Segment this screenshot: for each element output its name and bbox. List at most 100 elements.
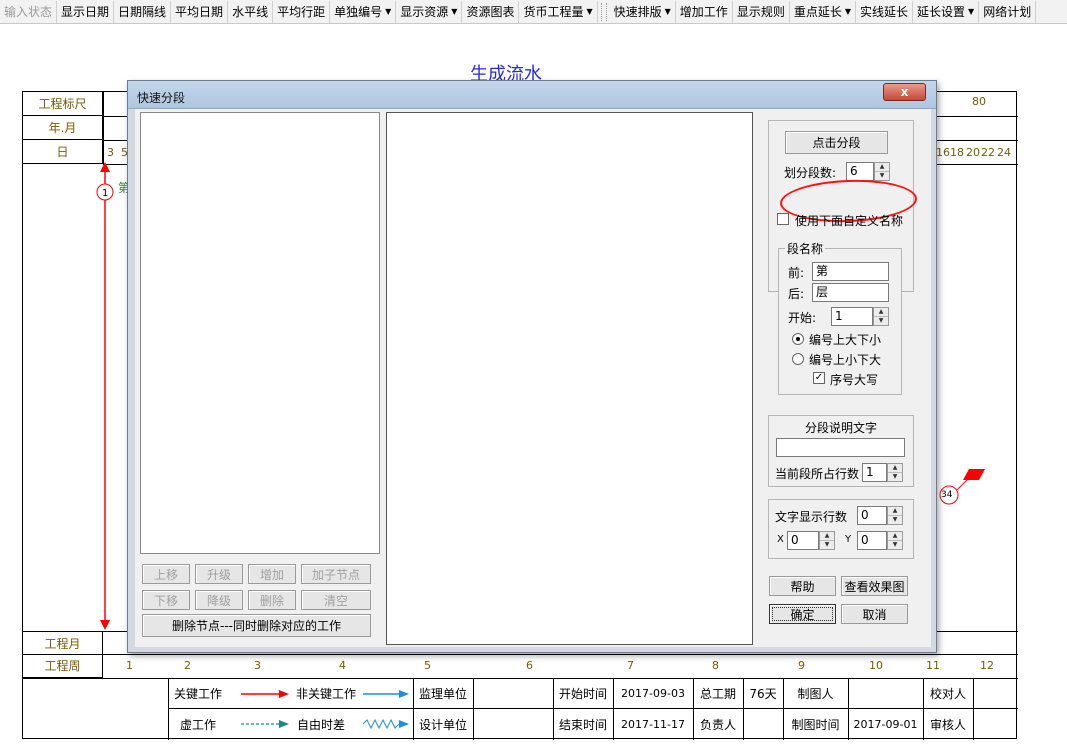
- toolbar-button-label: 水平线: [232, 4, 269, 19]
- order-asc-radio[interactable]: [792, 353, 804, 365]
- footer-duration: 76天: [749, 686, 777, 701]
- legend-free-float-arrow: [363, 718, 409, 730]
- legend-dummy-arrow: [241, 720, 289, 728]
- row-label-project-week: 工程周: [23, 654, 103, 678]
- week-number: 7: [627, 659, 634, 672]
- toolbar-button-label: 显示资源: [400, 4, 449, 19]
- toolbar-button[interactable]: 显示资源 ▼: [396, 0, 463, 23]
- toolbar-button-label: 输入状态: [4, 4, 53, 19]
- week-number: 9: [798, 659, 805, 672]
- start-input[interactable]: 1: [831, 307, 873, 326]
- close-button[interactable]: x: [883, 83, 926, 101]
- segment-count-label: 划分段数:: [784, 166, 837, 180]
- toolbar-button[interactable]: 增加工作: [676, 0, 733, 23]
- y-spinner[interactable]: ▲ ▼: [887, 531, 903, 550]
- toolbar-button[interactable]: 实线延长: [856, 0, 914, 23]
- demote-button[interactable]: 降级: [195, 590, 243, 610]
- dialog-body: 上移 升级 增加 加子节点 下移 降级 删除 清空 删除节点---同时删除对应的…: [135, 109, 931, 647]
- toolbar-button[interactable]: 快速排版 ▼: [610, 0, 676, 23]
- toolbar-button-label: 显示日期: [61, 4, 110, 19]
- dialog-titlebar[interactable]: 快速分段 x: [128, 81, 936, 109]
- x-input[interactable]: 0: [787, 531, 819, 550]
- view-effect-button[interactable]: 查看效果图: [841, 576, 908, 596]
- chevron-down-icon[interactable]: ▼: [586, 1, 592, 23]
- toolbar-button[interactable]: 日期隔线: [114, 0, 172, 23]
- desc-text-input[interactable]: [776, 438, 905, 457]
- order-desc-radio[interactable]: [792, 333, 804, 345]
- week-number: 2: [184, 659, 191, 672]
- delete-node-button[interactable]: 删除节点---同时删除对应的工作: [142, 614, 371, 637]
- end-node-marker: [939, 469, 985, 505]
- toolbar-button[interactable]: 重点延长 ▼: [790, 0, 856, 23]
- footer-draft-time: 2017-09-01: [853, 717, 918, 731]
- delete-button[interactable]: 删除: [248, 590, 296, 610]
- ok-button[interactable]: 确定: [769, 604, 836, 624]
- toolbar-button[interactable]: 平均日期: [171, 0, 229, 23]
- toolbar-button-label: 重点延长: [793, 4, 842, 19]
- text-rows-input[interactable]: 0: [857, 506, 887, 525]
- add-child-button[interactable]: 加子节点: [301, 564, 371, 584]
- week-number: 6: [526, 659, 533, 672]
- legend-critical-arrow: [241, 690, 289, 698]
- footer-supervisor: 监理单位: [418, 686, 467, 701]
- start-spinner[interactable]: ▲ ▼: [873, 307, 889, 326]
- uppercase-label: 序号大写: [830, 373, 879, 387]
- scale-tick: 80: [972, 95, 986, 108]
- toolbar-button[interactable]: 平均行距: [273, 0, 331, 23]
- footer-end-date: 2017-11-17: [621, 717, 685, 731]
- toolbar-button[interactable]: 延长设置 ▼: [913, 0, 980, 23]
- chevron-down-icon[interactable]: ▼: [451, 1, 457, 23]
- node-end: 34: [941, 490, 953, 500]
- current-rows-input[interactable]: 1: [862, 463, 887, 482]
- toolbar-button[interactable]: 货币工程量 ▼: [519, 0, 598, 23]
- week-number: 12: [980, 659, 994, 672]
- footer-draft-time-label: 制图时间: [791, 717, 840, 732]
- chevron-down-icon[interactable]: ▼: [665, 1, 671, 23]
- x-label: X: [777, 534, 784, 545]
- move-up-button[interactable]: 上移: [142, 564, 190, 584]
- use-custom-name-checkbox[interactable]: [777, 213, 789, 225]
- use-custom-name-label: 使用下面自定义名称: [795, 214, 904, 228]
- toolbar-button-label: 单独编号: [334, 4, 383, 19]
- chevron-down-icon[interactable]: ▼: [845, 1, 851, 23]
- toolbar-button[interactable]: 输入状态: [0, 0, 58, 23]
- toolbar-button[interactable]: 资源图表: [462, 0, 520, 23]
- move-down-button[interactable]: 下移: [142, 590, 190, 610]
- toolbar-button[interactable]: 显示日期: [57, 0, 115, 23]
- uppercase-checkbox[interactable]: ✓: [813, 372, 825, 384]
- current-rows-spinner[interactable]: ▲ ▼: [887, 463, 903, 482]
- footer-responsible-label: 负责人: [699, 717, 736, 732]
- toolbar-button[interactable]: 单独编号 ▼: [330, 0, 397, 23]
- split-button[interactable]: 点击分段: [785, 131, 888, 154]
- footer-designer: 设计单位: [418, 717, 467, 732]
- segment-tree[interactable]: [140, 112, 380, 554]
- x-spinner[interactable]: ▲ ▼: [819, 531, 835, 550]
- day-tick: 20: [966, 146, 980, 159]
- toolbar-button-label: 网络计划: [983, 4, 1032, 19]
- toolbar-button-label: 实线延长: [860, 4, 909, 19]
- day-tick: 24: [997, 146, 1011, 159]
- add-button[interactable]: 增加: [248, 564, 296, 584]
- cancel-button[interactable]: 取消: [841, 604, 908, 624]
- segment-count-spinner[interactable]: ▲ ▼: [874, 162, 890, 181]
- toolbar-button-label: 日期隔线: [118, 4, 167, 19]
- y-input[interactable]: 0: [857, 531, 887, 550]
- preview-panel: [386, 112, 753, 645]
- prefix-input[interactable]: 第: [812, 262, 889, 281]
- toolbar-button[interactable]: 网络计划: [979, 0, 1037, 23]
- text-rows-spinner[interactable]: ▲ ▼: [887, 506, 903, 525]
- clear-button[interactable]: 清空: [301, 590, 371, 610]
- toolbar-button-label: 平均行距: [277, 4, 326, 19]
- toolbar-grip[interactable]: [600, 2, 607, 21]
- chevron-down-icon[interactable]: ▼: [385, 1, 391, 23]
- segment-name-group-title: 段名称: [785, 240, 826, 257]
- chevron-down-icon[interactable]: ▼: [968, 1, 974, 23]
- day-tick: 16: [936, 146, 950, 159]
- toolbar-button[interactable]: 显示规则: [733, 0, 790, 23]
- toolbar-button[interactable]: 水平线: [228, 0, 274, 23]
- promote-button[interactable]: 升级: [195, 564, 243, 584]
- footer-drafter-label: 制图人: [797, 686, 834, 701]
- help-button[interactable]: 帮助: [769, 576, 836, 596]
- segment-count-input[interactable]: 6: [846, 162, 874, 181]
- suffix-input[interactable]: 层: [812, 283, 889, 302]
